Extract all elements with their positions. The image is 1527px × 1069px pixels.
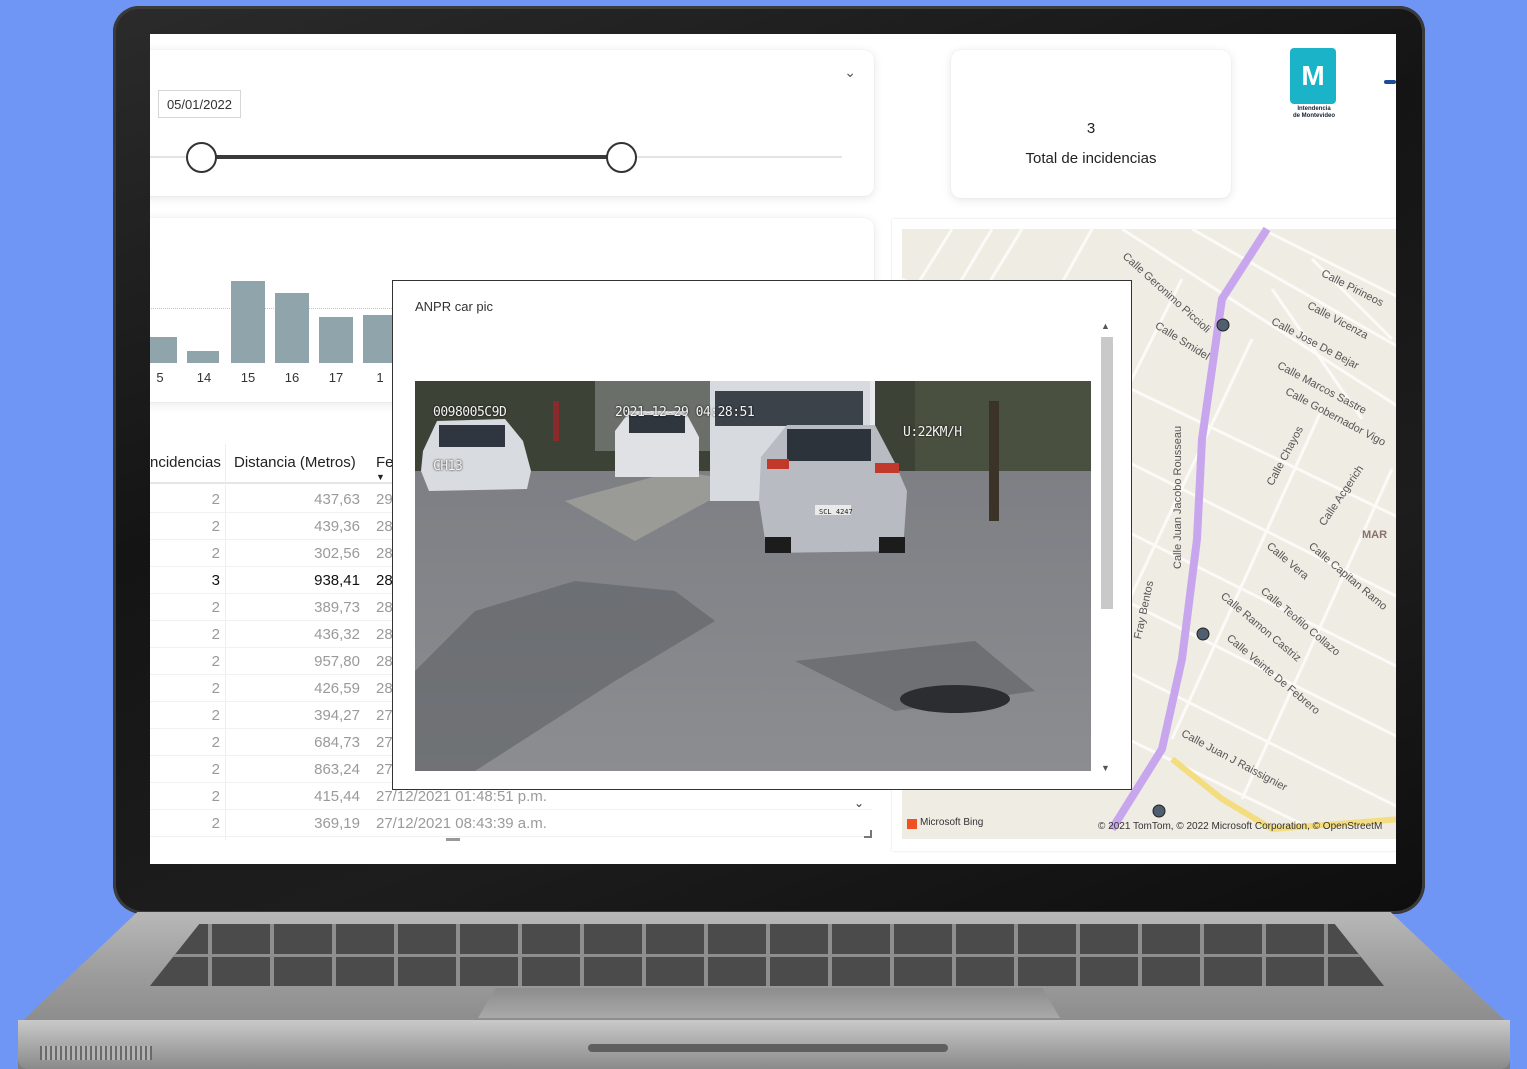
cell-incidencias: 3: [211, 572, 220, 589]
cell-incidencias: 2: [211, 815, 220, 832]
chart-x-tick-label: 15: [240, 370, 256, 385]
cell-incidencias: 2: [211, 761, 220, 778]
column-header-distancia[interactable]: Distancia (Metros): [234, 454, 356, 471]
visual-handle[interactable]: [446, 838, 460, 841]
cell-incidencias: 2: [211, 545, 220, 562]
chart-x-tick-label: 14: [196, 370, 212, 385]
laptop-hinge: [588, 1044, 948, 1052]
cell-distancia: 426,59: [314, 680, 360, 697]
chart-bar[interactable]: [187, 351, 219, 363]
kpi-value: 3: [1086, 120, 1096, 137]
bing-label: Microsoft Bing: [920, 817, 984, 828]
map-attribution[interactable]: © 2021 TomTom, © 2022 Microsoft Corporat…: [1098, 821, 1382, 832]
cell-distancia: 437,63: [314, 491, 360, 508]
cell-incidencias: 2: [211, 734, 220, 751]
cell-incidencias: 2: [211, 653, 220, 670]
osd-speed: U:22KM/H: [903, 425, 962, 440]
column-header-incidencias[interactable]: ncidencias: [150, 454, 221, 471]
map-street-label: Calle Juan Jacobo Rousseau: [1172, 425, 1184, 569]
cell-incidencias: 2: [211, 491, 220, 508]
slider-start-handle[interactable]: [186, 142, 218, 173]
sort-desc-icon[interactable]: ▼: [376, 472, 385, 482]
chart-x-tick-label: 16: [284, 370, 300, 385]
cell-fecha: 27/12/2021 08:43:39 a.m.: [376, 815, 547, 832]
license-plate: SCL 4247: [819, 508, 853, 516]
slider-range-fill: [201, 155, 622, 159]
cell-fecha: 28: [376, 599, 393, 616]
cell-distancia: 302,56: [314, 545, 360, 562]
cell-distancia: 957,80: [314, 653, 360, 670]
cell-distancia: 938,41: [314, 572, 360, 589]
cell-incidencias: 2: [211, 707, 220, 724]
scroll-up-icon[interactable]: ▲: [1101, 321, 1110, 331]
cell-incidencias: 2: [211, 626, 220, 643]
cell-distancia: 436,32: [314, 626, 360, 643]
cell-fecha: 27: [376, 734, 393, 751]
popup-scrollbar[interactable]: ▲ ▼: [1099, 321, 1113, 773]
table-row[interactable]: 2 369,19 27/12/2021 08:43:39 a.m.: [150, 810, 872, 837]
chart-x-tick-label: 1: [376, 370, 384, 385]
laptop-vents: [40, 1046, 152, 1060]
cell-distancia: 369,19: [314, 815, 360, 832]
intendencia-logo: M Intendencia de Montevideo: [1290, 48, 1338, 124]
keyboard: [150, 924, 1384, 986]
popup-title: ANPR car pic: [415, 299, 494, 314]
cell-fecha: 28: [376, 653, 393, 670]
cell-distancia: 389,73: [314, 599, 360, 616]
cell-fecha: 27: [376, 761, 393, 778]
scroll-down-icon[interactable]: ⌄: [854, 796, 864, 810]
touchpad: [478, 988, 1060, 1018]
chart-bar[interactable]: [275, 293, 309, 363]
partial-logo-icon: [1384, 80, 1396, 84]
cell-fecha: 28: [376, 680, 393, 697]
map-marker: [1196, 627, 1210, 641]
cell-distancia: 684,73: [314, 734, 360, 751]
scrollbar-thumb[interactable]: [1101, 337, 1113, 609]
cell-distancia: 863,24: [314, 761, 360, 778]
logo-text-line2: de Montevideo: [1292, 113, 1335, 119]
chart-x-tick-label: 17: [328, 370, 344, 385]
cell-distancia: 394,27: [314, 707, 360, 724]
kpi-label: Total de incidencias: [1025, 150, 1157, 167]
cell-distancia: 439,36: [314, 518, 360, 535]
anpr-popup: ANPR car pic ▲ ▼ SCL 4247 0098005C9D 202…: [392, 280, 1132, 790]
cell-incidencias: 2: [211, 788, 220, 805]
resize-grip-icon[interactable]: [864, 830, 872, 838]
logo-glyph: M: [1301, 60, 1325, 91]
scroll-down-icon[interactable]: ▼: [1101, 763, 1110, 773]
osd-timestamp: 2021-12-29 04:28:51: [615, 405, 755, 420]
osd-channel: CH13: [433, 459, 463, 474]
cell-incidencias: 2: [211, 680, 220, 697]
osd-camera-id: 0098005C9D: [433, 405, 507, 420]
column-header-fecha[interactable]: Fe: [376, 454, 394, 471]
cell-incidencias: 2: [211, 599, 220, 616]
map-marker: [1152, 804, 1166, 818]
map-marker: [1216, 318, 1230, 332]
map-area-label: MAR: [1362, 529, 1388, 541]
slider-end-handle[interactable]: [606, 142, 638, 173]
logo-text-line1: Intendencia: [1297, 106, 1331, 112]
start-date-input[interactable]: 05/01/2022: [158, 90, 241, 118]
cell-fecha: 28: [376, 545, 393, 562]
laptop-screen: ⌄ 05/01/2022 3 Total de incidencias M In…: [150, 34, 1396, 864]
chart-bar[interactable]: [150, 336, 177, 363]
cell-distancia: 415,44: [314, 788, 360, 805]
date-slicer: ⌄ 05/01/2022: [150, 50, 874, 196]
cell-incidencias: 2: [211, 518, 220, 535]
cell-fecha: 27/12/2021 01:48:51 p.m.: [376, 788, 547, 805]
cell-fecha: 29: [376, 491, 393, 508]
kpi-card: 3 Total de incidencias: [951, 50, 1231, 198]
cell-fecha: 28: [376, 572, 393, 589]
chart-bar[interactable]: [231, 281, 265, 363]
chart-bar[interactable]: [319, 317, 353, 363]
anpr-car-image: SCL 4247 0098005C9D 2021-12-29 04:28:51 …: [415, 381, 1091, 771]
cell-fecha: 27: [376, 707, 393, 724]
cell-fecha: 28: [376, 518, 393, 535]
chevron-down-icon[interactable]: ⌄: [844, 64, 856, 81]
chart-x-tick-label: 5: [156, 370, 164, 385]
cell-fecha: 28: [376, 626, 393, 643]
